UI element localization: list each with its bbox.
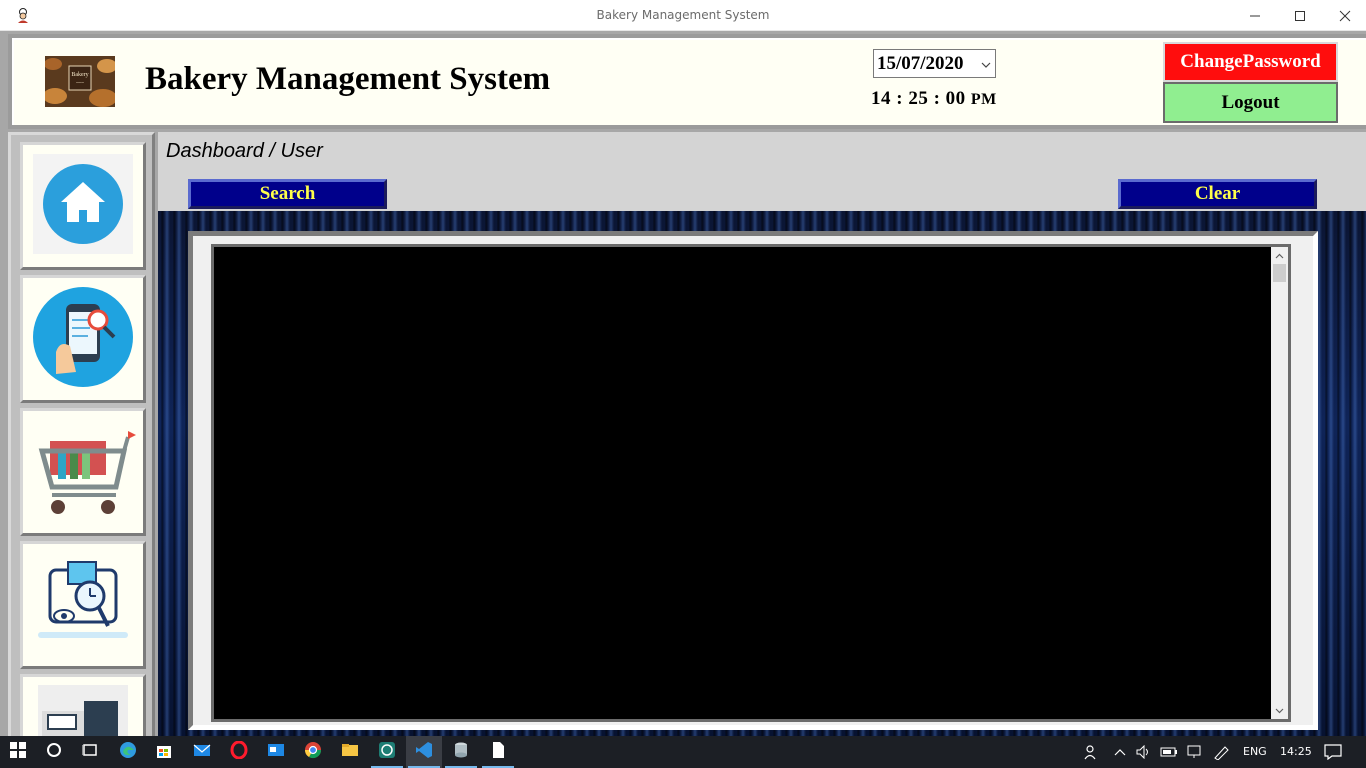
volume-icon[interactable] bbox=[1132, 736, 1156, 768]
scroll-up-icon[interactable] bbox=[1271, 247, 1288, 264]
taskbar-whatsapp[interactable] bbox=[369, 736, 405, 768]
task-view-icon bbox=[81, 742, 98, 763]
svg-text:Bakery: Bakery bbox=[71, 72, 88, 78]
whatsapp-icon bbox=[378, 741, 396, 764]
maximize-button[interactable] bbox=[1277, 0, 1323, 31]
windows-icon bbox=[10, 741, 26, 763]
breadcrumb: Dashboard / User bbox=[166, 140, 323, 162]
sidebar-item-cart[interactable] bbox=[20, 408, 146, 536]
sidebar-item-exit[interactable] bbox=[20, 674, 146, 744]
bakery-logo: Bakery ~~~ bbox=[43, 56, 117, 107]
taskbar-mail[interactable] bbox=[184, 736, 220, 768]
table-frame bbox=[188, 231, 1318, 730]
page-title: Bakery Management System bbox=[145, 61, 551, 97]
taskbar-edge[interactable] bbox=[110, 736, 146, 768]
header-panel: Bakery ~~~ Bakery Management System 15/0… bbox=[8, 34, 1366, 129]
taskbar-news[interactable] bbox=[258, 736, 294, 768]
taskbar-store[interactable] bbox=[146, 736, 182, 768]
chrome-icon bbox=[304, 741, 322, 764]
window-titlebar: Bakery Management System bbox=[0, 0, 1366, 31]
taskbar: ENG 14:25 bbox=[0, 736, 1366, 768]
date-value: 15/07/2020 bbox=[877, 52, 964, 74]
analytics-icon bbox=[28, 548, 138, 663]
task-view-button[interactable] bbox=[72, 736, 108, 768]
logout-button[interactable]: Logout bbox=[1163, 82, 1338, 123]
window-title: Bakery Management System bbox=[596, 8, 770, 22]
mail-icon bbox=[193, 741, 211, 764]
app-window: Bakery ~~~ Bakery Management System 15/0… bbox=[0, 31, 1366, 744]
taskbar-opera[interactable] bbox=[221, 736, 257, 768]
pen-icon[interactable] bbox=[1208, 736, 1236, 768]
file-explorer-icon bbox=[341, 741, 359, 764]
taskbar-vscode[interactable] bbox=[406, 736, 442, 768]
clock-display: 14 : 25 : 00 PM bbox=[871, 88, 997, 110]
database-icon bbox=[452, 741, 470, 764]
home-icon bbox=[33, 153, 133, 259]
vertical-scrollbar[interactable] bbox=[1271, 247, 1288, 719]
clock-time: 14 : 25 : 00 bbox=[871, 88, 966, 109]
taskbar-file-explorer[interactable] bbox=[332, 736, 368, 768]
taskbar-search[interactable] bbox=[36, 736, 72, 768]
edge-icon bbox=[119, 741, 137, 764]
network-icon[interactable] bbox=[1182, 736, 1208, 768]
clock-ampm: PM bbox=[970, 91, 997, 108]
taskbar-database[interactable] bbox=[443, 736, 479, 768]
sidebar-item-search-user[interactable] bbox=[20, 275, 146, 403]
search-button[interactable]: Search bbox=[188, 179, 387, 209]
svg-text:~~~: ~~~ bbox=[76, 81, 84, 86]
tray-chevron-up-icon[interactable] bbox=[1108, 736, 1132, 768]
start-button[interactable] bbox=[0, 736, 36, 768]
date-picker[interactable]: 15/07/2020 bbox=[873, 49, 996, 78]
close-button[interactable] bbox=[1322, 0, 1366, 31]
language-indicator[interactable]: ENG bbox=[1243, 745, 1267, 758]
phone-search-icon bbox=[28, 282, 138, 397]
taskbar-clock[interactable]: 14:25 bbox=[1280, 745, 1312, 758]
scroll-down-icon[interactable] bbox=[1271, 702, 1288, 719]
sidebar bbox=[8, 132, 155, 744]
battery-icon[interactable] bbox=[1156, 736, 1182, 768]
store-icon bbox=[155, 741, 173, 764]
change-password-button[interactable]: ChangePassword bbox=[1163, 42, 1338, 82]
chevron-down-icon bbox=[981, 57, 991, 75]
sidebar-item-home[interactable] bbox=[20, 142, 146, 270]
people-icon[interactable] bbox=[1076, 736, 1106, 768]
opera-icon bbox=[230, 740, 248, 764]
sidebar-item-analytics[interactable] bbox=[20, 541, 146, 669]
exit-icon bbox=[28, 681, 138, 744]
taskbar-chrome[interactable] bbox=[295, 736, 331, 768]
notification-icon[interactable] bbox=[1318, 736, 1348, 768]
taskbar-document[interactable] bbox=[480, 736, 516, 768]
user-table[interactable] bbox=[211, 244, 1291, 722]
shopping-cart-icon bbox=[28, 415, 138, 530]
minimize-button[interactable] bbox=[1232, 0, 1278, 31]
clear-button[interactable]: Clear bbox=[1118, 179, 1317, 209]
search-circle-icon bbox=[46, 742, 62, 763]
vscode-icon bbox=[415, 741, 433, 764]
news-icon bbox=[267, 741, 285, 764]
main-content: Dashboard / User Search Clear bbox=[158, 132, 1366, 744]
scroll-thumb[interactable] bbox=[1273, 264, 1286, 282]
document-icon bbox=[489, 741, 507, 764]
